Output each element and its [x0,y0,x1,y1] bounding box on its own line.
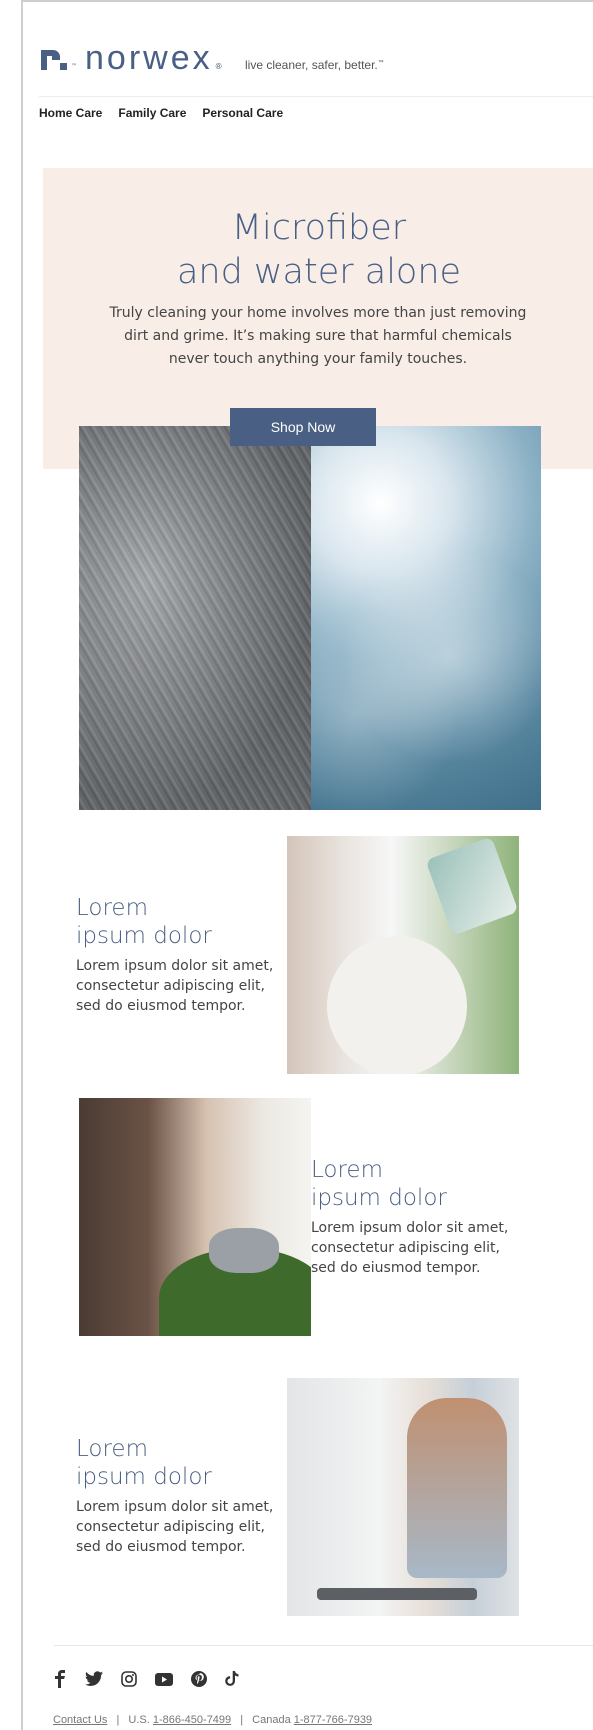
tiktok-icon[interactable] [225,1671,239,1687]
youtube-icon[interactable] [155,1672,173,1686]
microfiber-image [79,426,311,810]
feature-2-title-line2: ipsum dolor [311,1185,447,1211]
feature-3-title: Lorem ipsum dolor [76,1435,276,1491]
twitter-icon[interactable] [85,1671,103,1687]
pinterest-icon[interactable] [191,1671,207,1687]
nav-home-care[interactable]: Home Care [39,106,102,120]
hero-title: Microfiber and water alone [43,206,593,294]
feature-3-title-line1: Lorem [76,1436,148,1462]
feature-1-title: Lorem ipsum dolor [76,894,276,950]
contact-us-link[interactable]: Contact Us [53,1714,107,1726]
main-nav: Home Care Family Care Personal Care [39,106,283,120]
footer-links: Contact Us | U.S. 1-866-450-7499 | Canad… [53,1714,372,1726]
header-divider [39,96,593,97]
hero-images [79,426,541,810]
facebook-icon[interactable] [53,1670,67,1688]
footer-divider [54,1645,593,1646]
feature-1-title-line2: ipsum dolor [76,923,212,949]
feature-2-title: Lorem ipsum dolor [311,1156,516,1212]
tagline-text: live cleaner, safer, better. [245,58,378,72]
header: ™ norwex ® live cleaner, safer, better.™ [23,2,593,97]
footer-separator: | [116,1714,120,1726]
logo-registered: ® [214,62,223,71]
footer-separator: | [240,1714,244,1726]
us-phone-link[interactable]: 1-866-450-7499 [153,1714,231,1726]
feature-1: Lorem ipsum dolor Lorem ipsum dolor sit … [76,894,276,1016]
nav-personal-care[interactable]: Personal Care [202,106,283,120]
canada-label: Canada [252,1714,291,1726]
feature-2-title-line1: Lorem [311,1157,383,1183]
shop-now-button[interactable]: Shop Now [230,408,376,446]
feature-3-body: Lorem ipsum dolor sit amet, consectetur … [76,1499,274,1555]
nav-family-care[interactable]: Family Care [118,106,186,120]
feature-1-image [287,836,519,1074]
feature-2: Lorem ipsum dolor Lorem ipsum dolor sit … [311,1156,516,1278]
feature-3-image [287,1378,519,1616]
feature-2-image [79,1098,311,1336]
feature-1-body: Lorem ipsum dolor sit amet, consectetur … [76,958,274,1014]
canada-phone-link[interactable]: 1-877-766-7939 [294,1714,372,1726]
hero-title-line1: Microfiber [231,208,407,248]
logo-tm: ™ [71,63,77,70]
instagram-icon[interactable] [121,1671,137,1687]
feature-3: Lorem ipsum dolor Lorem ipsum dolor sit … [76,1435,276,1557]
water-image [311,426,541,810]
us-label: U.S. [128,1714,150,1726]
hero-title-line2: and water alone [176,252,462,292]
social-links [53,1670,239,1688]
norwex-logo[interactable]: ™ norwex ® [39,39,223,77]
hero-subtitle: Truly cleaning your home involves more t… [109,305,527,367]
brand-tagline: live cleaner, safer, better.™ [245,58,384,72]
logo-wordmark: norwex [85,39,213,77]
tagline-tm: ™ [377,60,384,66]
email-frame: ™ norwex ® live cleaner, safer, better.™… [21,0,593,1730]
feature-1-title-line1: Lorem [76,895,148,921]
logo-mark-icon [41,50,67,70]
feature-3-title-line2: ipsum dolor [76,1464,212,1490]
feature-2-body: Lorem ipsum dolor sit amet, consectetur … [311,1220,509,1276]
